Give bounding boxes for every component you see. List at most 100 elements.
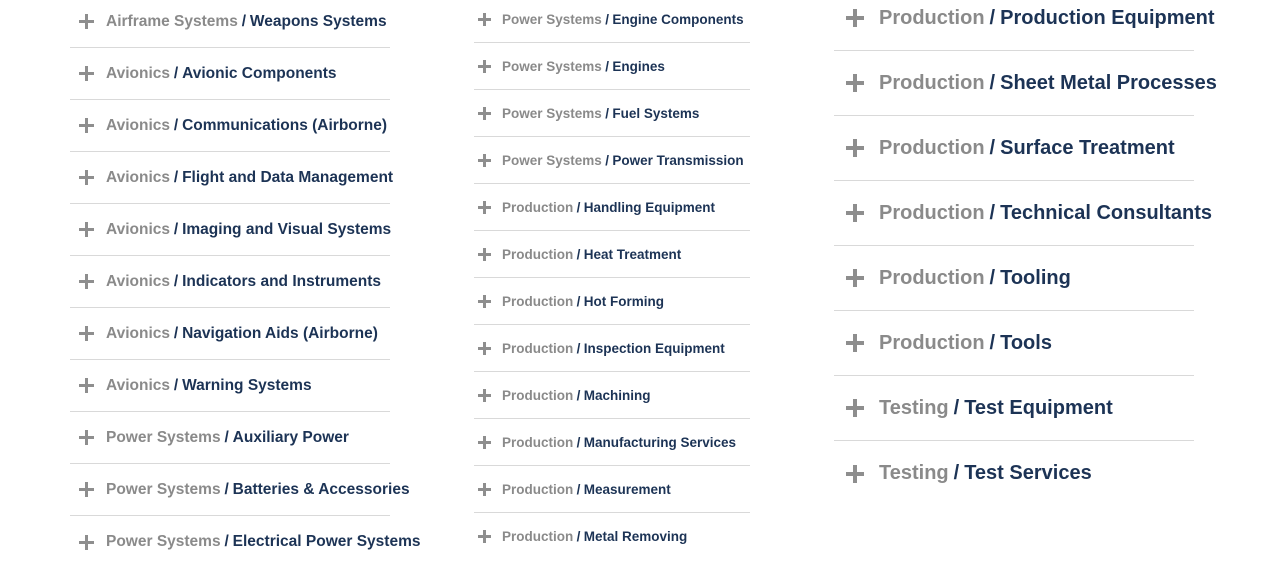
category-label: Avionics [106, 272, 171, 290]
category-accordion-item[interactable]: Power Systems / Auxiliary Power [70, 412, 390, 464]
category-accordion-item[interactable]: Power Systems / Batteries & Accessories [70, 464, 410, 516]
category-accordion-item[interactable]: Avionics / Indicators and Instruments [70, 256, 390, 308]
separator-slash: / [989, 71, 996, 94]
category-label: Production [879, 71, 985, 94]
separator-slash: / [224, 533, 229, 550]
category-label: Production [502, 340, 574, 356]
category-accordion-item[interactable]: Production / Inspection Equipment [474, 325, 750, 372]
category-accordion-item[interactable]: Power Systems / Electrical Power Systems [70, 516, 420, 568]
plus-icon[interactable] [478, 482, 491, 496]
subcategory-label: Test Equipment [964, 396, 1113, 419]
separator-slash: / [576, 340, 581, 356]
category-label: Avionics [106, 64, 171, 82]
category-accordion-item[interactable]: Production / Measurement [474, 466, 750, 513]
plus-icon[interactable] [478, 200, 491, 214]
category-label: Production [502, 434, 574, 450]
plus-icon[interactable] [846, 334, 864, 352]
plus-icon[interactable] [79, 326, 94, 341]
category-accordion-item[interactable]: Power Systems / Fuel Systems [474, 90, 750, 137]
category-accordion-item[interactable]: Power Systems / Engines [474, 43, 750, 90]
category-accordion-item[interactable]: Power Systems / Engine Components [474, 0, 750, 43]
separator-slash: / [989, 266, 996, 289]
separator-slash: / [989, 6, 996, 29]
category-label: Power Systems [106, 533, 221, 550]
separator-slash: / [989, 136, 996, 159]
plus-icon[interactable] [478, 294, 491, 308]
plus-icon[interactable] [79, 66, 94, 81]
category-accordion-item[interactable]: Airframe Systems / Weapons Systems [70, 0, 390, 48]
subcategory-label: Technical Consultants [1000, 201, 1212, 224]
plus-icon[interactable] [79, 430, 94, 445]
separator-slash: / [576, 293, 581, 309]
category-label: Production [502, 387, 574, 403]
separator-slash: / [576, 199, 581, 215]
separator-slash: / [605, 58, 609, 74]
plus-icon[interactable] [478, 106, 491, 120]
category-accordion-item[interactable]: Power Systems / Power Transmission [474, 137, 750, 184]
plus-icon[interactable] [79, 534, 94, 550]
category-accordion-item[interactable]: Production / Machining [474, 372, 750, 419]
category-accordion-item[interactable]: Avionics / Avionic Components [70, 48, 390, 100]
category-column-1: Airframe Systems / Weapons Systems Avionics… [70, 0, 420, 568]
subcategory-label: Test Services [964, 462, 1092, 484]
plus-icon[interactable] [79, 274, 94, 289]
plus-icon[interactable] [478, 435, 491, 449]
category-column-2: Power Systems / Engine Components Power Sys… [474, 0, 750, 560]
category-accordion-item[interactable]: Testing / Test Equipment [834, 376, 1194, 441]
category-accordion-item[interactable]: Production / Handling Equipment [474, 184, 750, 231]
category-accordion-item[interactable]: Production / Tools [834, 311, 1194, 376]
category-label: Power Systems [106, 480, 221, 498]
category-accordion-item[interactable]: Production / Manufacturing Services [474, 419, 750, 466]
plus-icon[interactable] [79, 14, 94, 29]
separator-slash: / [173, 376, 179, 394]
plus-icon[interactable] [478, 388, 491, 402]
separator-slash: / [576, 246, 581, 262]
category-accordion-item[interactable]: Production / Tooling [834, 246, 1194, 311]
subcategory-label: Tooling [1000, 266, 1071, 289]
category-label: Production [879, 6, 985, 29]
plus-icon[interactable] [478, 153, 491, 167]
separator-slash: / [576, 481, 581, 497]
plus-icon[interactable] [846, 9, 864, 27]
plus-icon[interactable] [846, 139, 864, 157]
category-accordion-item[interactable]: Production / Technical Consultants [834, 181, 1212, 246]
category-accordion-item[interactable]: Production / Production Equipment [834, 0, 1215, 51]
category-accordion-item[interactable]: Testing / Test Services [834, 441, 1194, 506]
category-accordion-item[interactable]: Production / Sheet Metal Processes [834, 51, 1217, 116]
plus-icon[interactable] [478, 12, 491, 26]
plus-icon[interactable] [79, 170, 94, 185]
plus-icon[interactable] [79, 378, 94, 393]
separator-slash: / [953, 462, 960, 484]
category-accordion-item[interactable]: Production / Surface Treatment [834, 116, 1194, 181]
plus-icon[interactable] [846, 464, 864, 483]
category-accordion-item[interactable]: Production / Metal Removing [474, 513, 750, 560]
category-accordion-item[interactable]: Avionics / Navigation Aids (Airborne) [70, 308, 390, 360]
separator-slash: / [173, 272, 179, 290]
subcategory-label: Electrical Power Systems [232, 533, 421, 550]
subcategory-label: Metal Removing [583, 529, 688, 544]
plus-icon[interactable] [79, 222, 94, 237]
plus-icon[interactable] [846, 74, 864, 92]
category-accordion-item[interactable]: Avionics / Communications (Airborne) [70, 100, 390, 152]
plus-icon[interactable] [478, 530, 491, 543]
category-label: Avionics [106, 220, 171, 238]
category-accordion-item[interactable]: Avionics / Flight and Data Management [70, 152, 393, 204]
subcategory-label: Machining [583, 387, 651, 403]
plus-icon[interactable] [846, 399, 864, 417]
separator-slash: / [989, 331, 996, 354]
category-accordion-item[interactable]: Production / Heat Treatment [474, 231, 750, 278]
subcategory-label: Imaging and Visual Systems [182, 220, 392, 238]
category-label: Production [879, 266, 985, 289]
plus-icon[interactable] [846, 269, 864, 287]
plus-icon[interactable] [478, 247, 491, 261]
plus-icon[interactable] [79, 482, 94, 497]
plus-icon[interactable] [478, 341, 491, 355]
plus-icon[interactable] [79, 118, 94, 133]
category-label: Production [502, 293, 574, 309]
plus-icon[interactable] [846, 204, 864, 222]
category-accordion-item[interactable]: Avionics / Warning Systems [70, 360, 390, 412]
plus-icon[interactable] [478, 59, 491, 73]
category-accordion-item[interactable]: Production / Hot Forming [474, 278, 750, 325]
subcategory-label: Measurement [583, 481, 671, 497]
category-accordion-item[interactable]: Avionics / Imaging and Visual Systems [70, 204, 392, 256]
